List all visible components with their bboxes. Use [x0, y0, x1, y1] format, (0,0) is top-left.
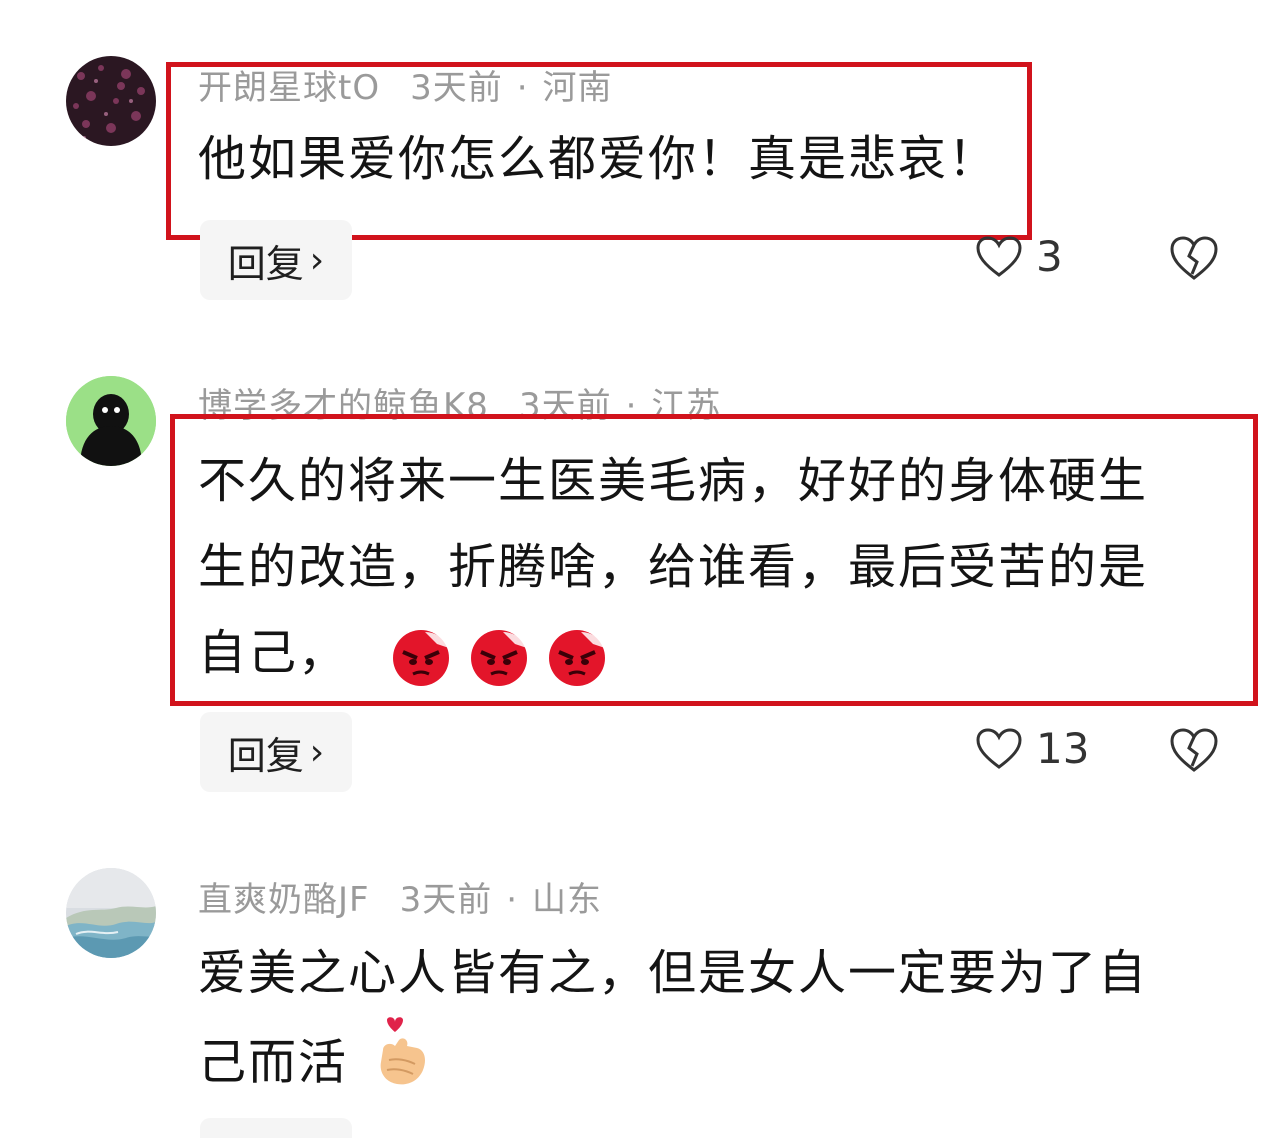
emoji-group [389, 624, 609, 688]
heart-outline-icon [976, 727, 1022, 769]
avatar-image [66, 376, 156, 466]
broken-heart-icon [1170, 728, 1218, 772]
comment-text-fragment: 自己， [198, 625, 349, 681]
comment-text-line: 己而活 [198, 1016, 1148, 1115]
angry-face-icon [549, 630, 606, 686]
timestamp: 3天前 [399, 880, 493, 920]
angry-face-icon [393, 630, 450, 686]
comment-text: 不久的将来一生医美毛病，好好的身体硬生 生的改造，折腾啥，给谁看，最后受苦的是 … [198, 438, 1148, 696]
reply-label: 回复 [227, 733, 304, 778]
reply-label: 回复 [227, 241, 304, 286]
reply-button[interactable]: 回复 › [200, 712, 352, 792]
chevron-right-icon: › [309, 239, 325, 281]
comment-text-line: 生的改造，折腾啥，给谁看，最后受苦的是 [198, 539, 1149, 595]
comment-text-fragment: 己而活 [198, 1034, 349, 1091]
like-count: 13 [1036, 724, 1090, 773]
comment-text-line: 自己， [198, 610, 1148, 696]
like-button[interactable]: 13 [976, 724, 1089, 773]
comment-text-line: 爱美之心人皆有之，但是女人一定要为了自 [198, 945, 1149, 1001]
dislike-button[interactable] [1170, 236, 1218, 286]
avatar-image [66, 56, 156, 146]
comment-text-line: 不久的将来一生医美毛病，好好的身体硬生 [198, 453, 1149, 509]
angry-face-icon [471, 630, 528, 686]
location: 山东 [532, 880, 603, 920]
avatar[interactable] [66, 376, 156, 466]
reply-button[interactable]: 回复 › [200, 220, 352, 300]
avatar[interactable] [66, 868, 156, 958]
comment-text: 他如果爱你怎么都爱你！真是悲哀！ [198, 131, 999, 187]
finger-heart-emoji [373, 1016, 429, 1115]
username[interactable]: 直爽奶酪JF [198, 880, 370, 920]
like-button[interactable]: 3 [976, 232, 1063, 281]
dislike-button[interactable] [1170, 728, 1218, 778]
comment-text: 爱美之心人皆有之，但是女人一定要为了自 己而活 [198, 930, 1148, 1115]
chevron-right-icon: › [309, 731, 325, 773]
like-count: 3 [1036, 232, 1063, 281]
avatar-image [66, 868, 156, 958]
heart-outline-icon [976, 235, 1022, 277]
comment-meta: 直爽奶酪JF 3天前 · 山东 [198, 872, 602, 921]
avatar[interactable] [66, 56, 156, 146]
broken-heart-icon [1170, 236, 1218, 280]
meta-separator: · [506, 880, 519, 920]
finger-heart-icon [380, 1017, 426, 1085]
reply-button-partial[interactable] [200, 1118, 352, 1138]
